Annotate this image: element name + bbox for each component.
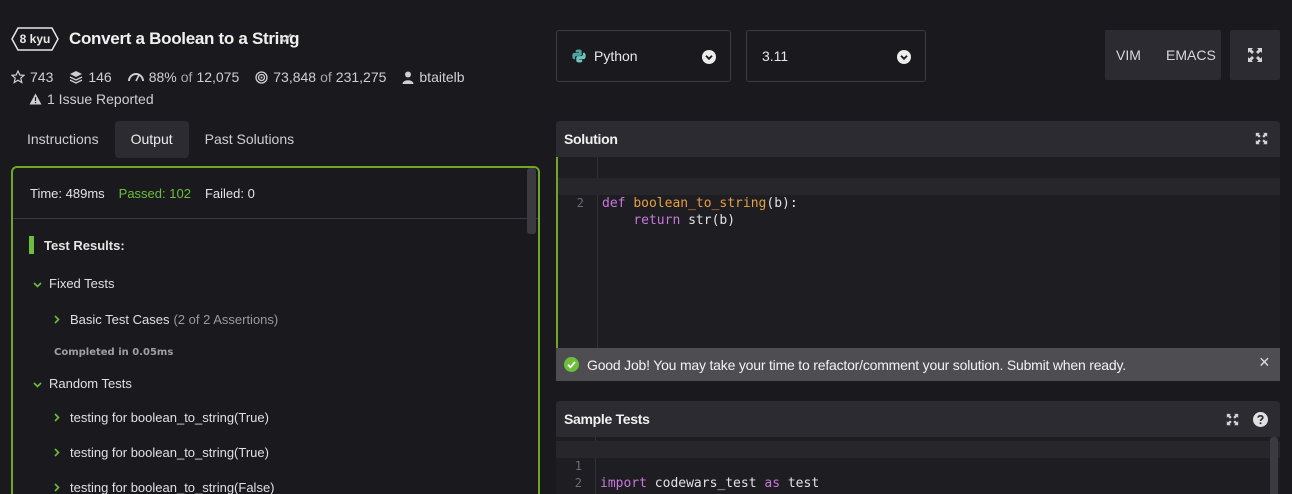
- version-select[interactable]: 3.11: [746, 30, 926, 82]
- user-icon: [402, 71, 414, 84]
- tab-instructions[interactable]: Instructions: [11, 121, 115, 158]
- chevron-down-icon: [33, 376, 42, 391]
- completed-count: 73,848: [273, 69, 317, 85]
- failed-count: Failed: 0: [204, 185, 255, 201]
- vim-mode-button[interactable]: VIM: [1116, 47, 1141, 63]
- keyword-token: def: [602, 196, 626, 211]
- rank-badge: 8 kyu: [11, 27, 59, 51]
- satisfaction-stat: 88% of 12,075: [127, 69, 240, 85]
- panel-tabs: Instructions Output Past Solutions: [11, 121, 310, 158]
- issues-label: 1 Issue Reported: [47, 91, 154, 107]
- chevron-down-icon: [897, 50, 911, 64]
- python-icon: [572, 49, 586, 63]
- editor-mode-toggle: VIM EMACS: [1105, 30, 1221, 80]
- random-test-item[interactable]: testing for boolean_to_string(True): [54, 410, 269, 425]
- code-line[interactable]: 1 def boolean_to_string(b):: [558, 161, 1280, 211]
- attempts-count: 231,275: [335, 69, 387, 85]
- fixed-tests-label: Fixed Tests: [49, 276, 115, 291]
- chevron-down-icon: [33, 276, 42, 291]
- kata-title[interactable]: Convert a Boolean to a String: [69, 29, 300, 49]
- success-notice: Good Job! You may take your time to refa…: [556, 348, 1280, 381]
- tab-output[interactable]: Output: [114, 121, 189, 158]
- sample-tests-title: Sample Tests: [564, 411, 650, 427]
- assertions-count: (2 of 2 Assertions): [173, 312, 279, 327]
- random-test-label: testing for boolean_to_string(False): [70, 480, 275, 494]
- passed-count: Passed: 102: [118, 185, 191, 201]
- basic-test-cases-label: Basic Test Cases: [70, 312, 170, 327]
- chevron-right-icon: [54, 445, 62, 460]
- chevron-right-icon: [54, 480, 62, 494]
- solution-editor[interactable]: 1 def boolean_to_string(b): 2 return str…: [556, 157, 1280, 348]
- expand-icon[interactable]: [1226, 413, 1239, 426]
- of-label: of: [320, 69, 332, 85]
- fixed-tests-group[interactable]: Fixed Tests: [33, 276, 115, 291]
- solution-title: Solution: [564, 131, 618, 147]
- star-icon: [11, 70, 25, 84]
- chevron-down-icon: [702, 50, 716, 64]
- language-select[interactable]: Python: [556, 30, 731, 82]
- random-test-label: testing for boolean_to_string(True): [70, 410, 269, 425]
- collections-stat[interactable]: 146: [69, 69, 112, 85]
- expand-icon[interactable]: [1255, 132, 1268, 145]
- code-line[interactable]: 2 from solution import boolean_to_string: [556, 458, 1280, 494]
- status-bar: [29, 236, 34, 254]
- test-summary: Time: 489ms Passed: 102 Failed: 0: [13, 168, 538, 219]
- checkmark-icon: [280, 33, 292, 43]
- indent-token: [602, 213, 633, 228]
- target-icon: [255, 70, 268, 84]
- tab-past-solutions[interactable]: Past Solutions: [189, 121, 311, 158]
- run-time: Time: 489ms: [30, 185, 105, 201]
- sample-tests-scrollbar[interactable]: [1270, 437, 1278, 494]
- random-tests-group[interactable]: Random Tests: [33, 376, 132, 391]
- help-icon[interactable]: [1253, 412, 1268, 427]
- code-token: (b):: [766, 196, 798, 211]
- keyword-token: return: [633, 213, 681, 228]
- random-tests-label: Random Tests: [49, 376, 132, 391]
- author-name: btaitelb: [419, 69, 465, 85]
- code-token: str(b): [680, 213, 736, 228]
- line-number: 2: [576, 196, 584, 210]
- layers-icon: [70, 71, 83, 84]
- author-stat[interactable]: btaitelb: [402, 69, 465, 85]
- sample-tests-header: Sample Tests: [556, 401, 1280, 437]
- fullscreen-button[interactable]: [1230, 30, 1280, 80]
- warning-icon: [29, 93, 42, 105]
- satisfaction-percent: 88%: [148, 69, 177, 85]
- rank-label: 8 kyu: [19, 32, 51, 46]
- issues-link[interactable]: 1 Issue Reported: [29, 91, 154, 107]
- notice-text: Good Job! You may take your time to refa…: [587, 356, 1126, 373]
- expand-icon: [1248, 48, 1262, 62]
- code-line[interactable]: 3: [556, 475, 1280, 494]
- chevron-right-icon: [54, 312, 62, 327]
- code-line[interactable]: 1 import codewars_test as test: [556, 441, 1280, 491]
- emacs-mode-button[interactable]: EMACS: [1166, 47, 1216, 63]
- code-line[interactable]: 2 return str(b): [558, 178, 1280, 228]
- close-icon[interactable]: ✕: [1258, 354, 1270, 371]
- solution-header: Solution: [556, 121, 1280, 157]
- random-test-label: testing for boolean_to_string(True): [70, 445, 269, 460]
- stars-count: 743: [30, 69, 54, 85]
- votes-count: 12,075: [196, 69, 240, 85]
- rating-icon: [127, 73, 144, 82]
- kata-stats: 743 146 88% of 12,075 73,848 of 231,275: [11, 68, 481, 86]
- test-results-heading: Test Results:: [29, 236, 125, 254]
- collections-count: 146: [88, 69, 112, 85]
- of-label: of: [180, 69, 193, 85]
- completed-time: Completed in 0.05ms: [54, 347, 174, 358]
- stars-stat[interactable]: 743: [11, 69, 53, 85]
- random-test-item[interactable]: testing for boolean_to_string(False): [54, 480, 275, 494]
- output-panel: Time: 489ms Passed: 102 Failed: 0 Test R…: [11, 166, 540, 494]
- check-circle-icon: [564, 357, 579, 372]
- function-token: boolean_to_string: [633, 196, 767, 211]
- output-scrollbar[interactable]: [527, 168, 536, 234]
- random-test-item[interactable]: testing for boolean_to_string(True): [54, 445, 269, 460]
- test-results-label: Test Results:: [44, 237, 125, 253]
- completions-stat: 73,848 of 231,275: [255, 69, 386, 85]
- chevron-right-icon: [54, 410, 62, 425]
- version-label: 3.11: [762, 48, 789, 64]
- language-label: Python: [594, 48, 638, 64]
- sample-tests-editor[interactable]: 1 import codewars_test as test 2 from so…: [556, 437, 1280, 494]
- basic-test-cases-group[interactable]: Basic Test Cases (2 of 2 Assertions): [54, 312, 278, 327]
